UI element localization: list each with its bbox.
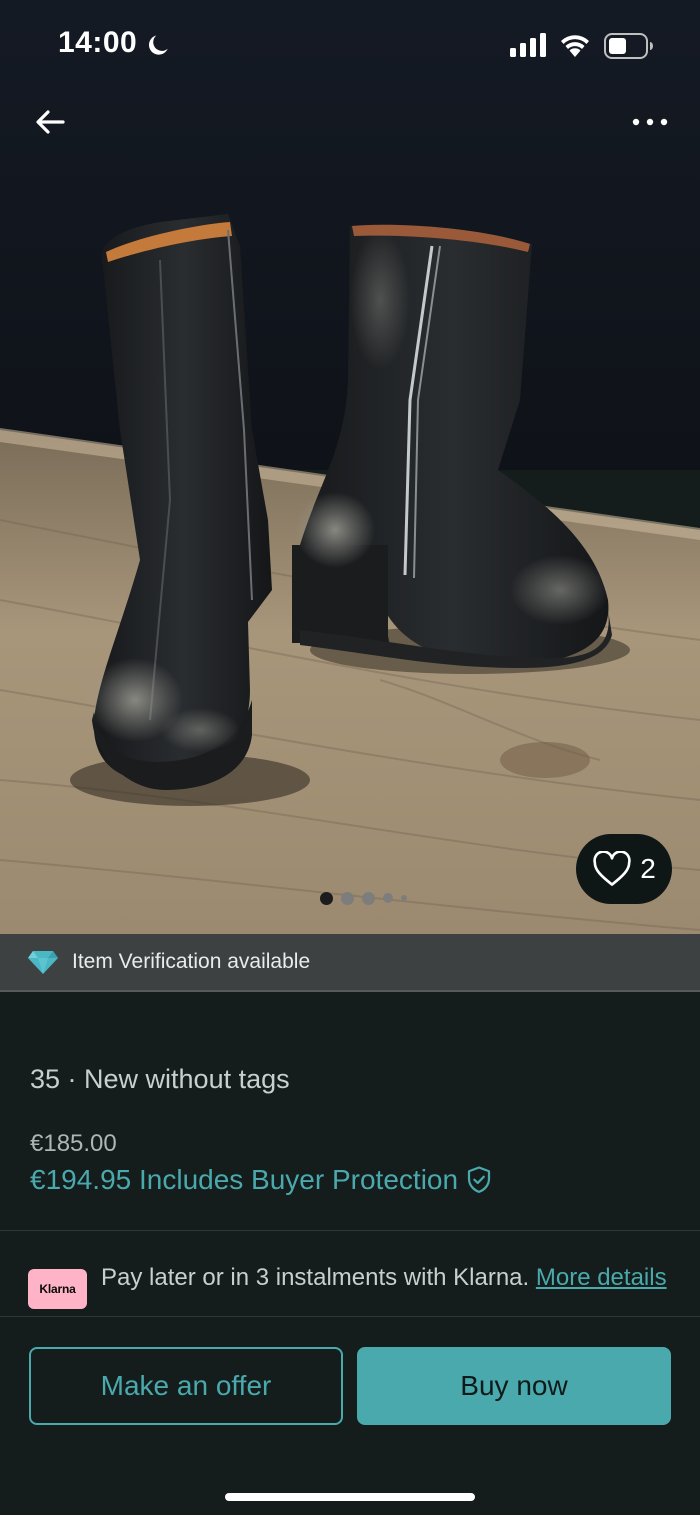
favourite-button[interactable]: 2 (576, 834, 672, 904)
home-indicator[interactable] (225, 1493, 475, 1501)
carousel-dot[interactable] (362, 891, 375, 905)
klarna-text: Pay later or in 3 instalments with Klarn… (101, 1262, 671, 1294)
make-offer-button[interactable]: Make an offer (29, 1347, 343, 1425)
arrow-left-icon (36, 110, 65, 134)
listing-screen: 14:00 2 Item Verification available 35 ·… (0, 0, 700, 1515)
back-button[interactable] (26, 98, 74, 146)
buy-now-button[interactable]: Buy now (357, 1347, 671, 1425)
favourite-count: 2 (640, 853, 656, 884)
moon-icon (148, 35, 168, 55)
battery-icon (604, 33, 653, 59)
status-time: 14:00 (58, 26, 138, 59)
klarna-row: Klarna Pay later or in 3 instalments wit… (0, 1232, 700, 1316)
size-condition: 35 · New without tags (30, 1064, 290, 1094)
buyer-protection-price[interactable]: €194.95 Includes Buyer Protection (30, 1164, 494, 1196)
status-bar: 14:00 (0, 0, 700, 92)
carousel-dot[interactable] (401, 895, 407, 901)
product-image (0, 0, 700, 934)
wifi-icon (561, 35, 589, 57)
klarna-logo: Klarna (28, 1269, 87, 1309)
carousel-dot[interactable] (341, 891, 354, 905)
more-details-link[interactable]: More details (536, 1264, 667, 1291)
item-verification-banner[interactable]: Item Verification available (0, 934, 700, 992)
more-options-button[interactable] (622, 98, 678, 146)
verification-text: Item Verification available (72, 950, 311, 973)
carousel-dot[interactable] (320, 891, 333, 905)
more-dots-icon (632, 118, 668, 126)
heart-icon (593, 851, 631, 886)
shield-check-icon (467, 1166, 491, 1193)
diamond-icon (28, 951, 58, 974)
item-price: €185.00 (30, 1130, 117, 1157)
product-photo[interactable]: 14:00 2 (0, 0, 700, 934)
klarna-description: Pay later or in 3 instalments with Klarn… (101, 1264, 536, 1291)
divider (0, 1230, 700, 1231)
total-price-text: €194.95 Includes Buyer Protection (30, 1164, 459, 1195)
carousel-dots (320, 890, 407, 906)
signal-icon (510, 33, 546, 57)
carousel-dot[interactable] (383, 893, 393, 903)
action-bar: Make an offer Buy now (0, 1316, 700, 1515)
